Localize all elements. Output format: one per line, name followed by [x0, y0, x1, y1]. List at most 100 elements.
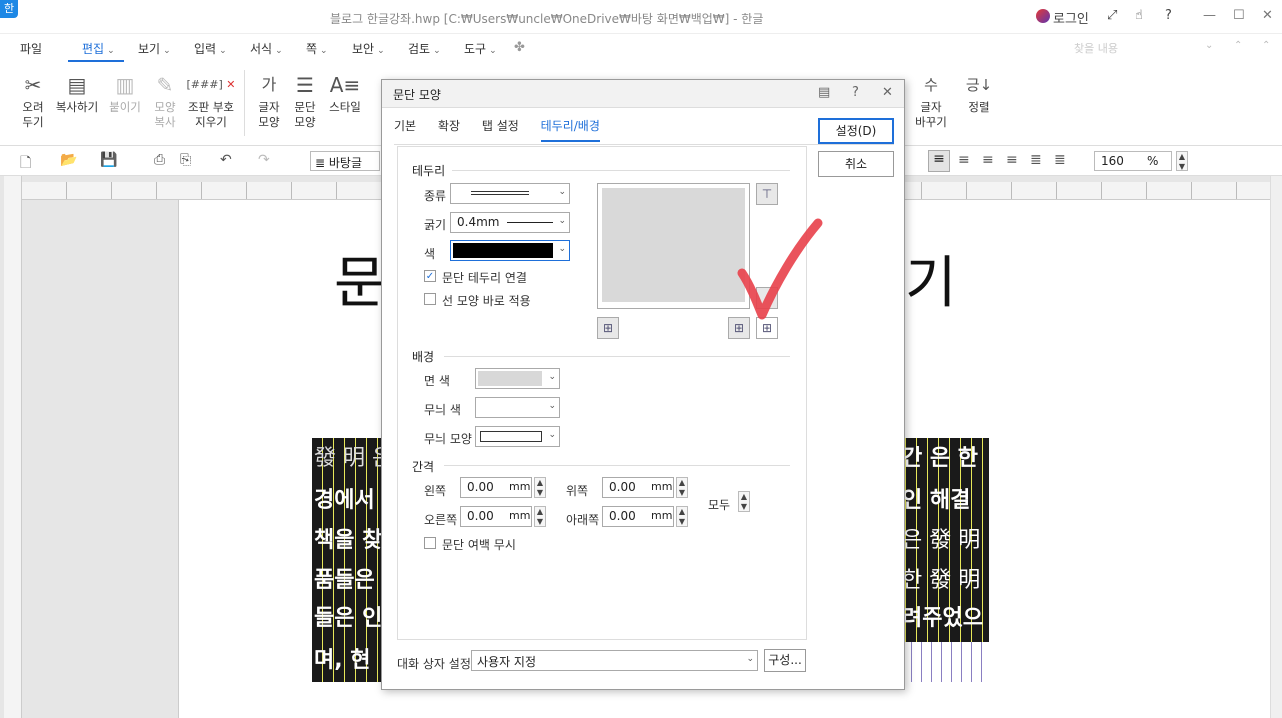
format-copy-button[interactable]: ✎ 모양 복사 [148, 70, 182, 130]
left-spacing-spinner[interactable]: ▲ ▼ [534, 477, 546, 498]
print-icon[interactable]: ⎙ [154, 152, 165, 168]
pattern-color-label: 무늬 색 [424, 403, 461, 417]
account-icon[interactable] [1036, 9, 1050, 23]
top-border-icon[interactable]: ⊤ [756, 183, 778, 205]
document-title-left: 문 [334, 251, 386, 316]
paste-icon: ▥ [115, 73, 135, 97]
login-button[interactable]: 로그인 [1053, 8, 1089, 27]
style-label: 스타일 [329, 100, 361, 114]
pattern-color-select[interactable]: ⌄ [475, 397, 560, 418]
ok-button[interactable]: 설정(D) [818, 118, 894, 144]
zoom-input[interactable]: 160% [1094, 151, 1172, 171]
cut-button[interactable]: ✂ 오려 두기 [16, 70, 50, 130]
print-preview-icon[interactable]: ⎘ [180, 152, 191, 168]
bottom-spacing-input[interactable]: 0.00 mm [602, 506, 674, 527]
align-divide-icon[interactable]: ≣ [1054, 152, 1066, 168]
left-border-icon[interactable]: ⊞ [597, 317, 619, 339]
top-spacing-value: 0.00 [609, 480, 636, 494]
top-spacing-input[interactable]: 0.00 mm [602, 477, 674, 498]
connect-border-checkbox[interactable]: ✓ [424, 270, 436, 282]
sort-button[interactable]: 긍↓ 정렬 [962, 70, 996, 115]
text-line-right: 인 해결 [902, 488, 971, 513]
menu-format[interactable]: 서식 ⌄ [250, 40, 283, 57]
save-icon[interactable]: 💾 [100, 152, 117, 168]
chevron-down-icon: ⌄ [320, 46, 328, 56]
align-center-icon[interactable]: ≡ [982, 152, 994, 168]
search-input[interactable]: 찾을 내용 [1068, 38, 1220, 58]
chevron-up-icon[interactable]: ⌃ [1262, 40, 1270, 51]
addon-icon[interactable]: ✤ [514, 40, 525, 55]
align-justify-icon[interactable]: ≡ [928, 150, 950, 172]
pattern-shape-select[interactable]: ⌄ [475, 426, 560, 447]
menu-insert-label: 입력 [194, 42, 217, 56]
style-select[interactable]: ≣ 바탕글 [310, 151, 380, 171]
right-spacing-spinner[interactable]: ▲ ▼ [534, 506, 546, 527]
ignore-margin-checkbox[interactable] [424, 537, 436, 549]
sort-label: 정렬 [968, 100, 990, 114]
dialog-help-button[interactable]: ? [852, 85, 859, 100]
chevron-up-icon[interactable]: ⌃ [1234, 40, 1242, 51]
bottom-spacing-spinner[interactable]: ▲ ▼ [676, 506, 688, 527]
right-spacing-input[interactable]: 0.00 mm [460, 506, 532, 527]
close-button[interactable]: ✕ [1262, 8, 1273, 23]
dialog-setting-select[interactable]: 사용자 지정 ⌄ [471, 650, 758, 671]
para-shape-button[interactable]: ☰ 문단 모양 [290, 70, 320, 130]
compose-button[interactable]: 구성... [764, 649, 806, 672]
open-folder-icon[interactable]: 📂 [60, 152, 77, 168]
cut-label: 오려 두기 [22, 100, 44, 129]
undo-icon[interactable]: ↶ [220, 152, 232, 168]
ribbon-divider [244, 70, 245, 136]
menu-file[interactable]: 파일 [20, 40, 42, 57]
dialog-close-button[interactable]: ✕ [882, 85, 893, 100]
top-spacing-spinner[interactable]: ▲ ▼ [676, 477, 688, 498]
touch-mode-icon[interactable]: ☝ [1135, 8, 1143, 23]
menu-tools[interactable]: 도구 ⌄ [464, 40, 497, 57]
align-left-icon[interactable]: ≡ [958, 152, 970, 168]
format-copy-label: 모양 복사 [154, 100, 176, 129]
vertical-scrollbar[interactable] [1270, 176, 1282, 718]
paste-button[interactable]: ▥ 붙이기 [106, 70, 144, 115]
copy-button[interactable]: ▤ 복사하기 [54, 70, 100, 115]
tab-tab-settings[interactable]: 탭 설정 [482, 117, 519, 140]
tab-border-background[interactable]: 테두리/배경 [540, 117, 600, 142]
menu-edit[interactable]: 편집 ⌄ [82, 40, 115, 57]
zoom-spinner[interactable]: ▲ ▼ [1176, 151, 1188, 171]
apply-line-checkbox[interactable] [424, 293, 436, 305]
connect-border-label: 문단 테두리 연결 [442, 271, 527, 285]
style-button[interactable]: A≡ 스타일 [326, 70, 364, 115]
chevron-down-icon[interactable]: ⌄ [1205, 40, 1213, 51]
menu-security[interactable]: 보안 ⌄ [352, 40, 385, 57]
border-type-select[interactable]: ⌄ [450, 183, 570, 204]
face-color-select[interactable]: ⌄ [475, 368, 560, 389]
chevron-down-icon: ⌄ [548, 401, 556, 411]
help-button[interactable]: ? [1165, 8, 1172, 23]
fullscreen-icon[interactable]: ⤢ [1107, 8, 1117, 23]
new-document-icon[interactable]: 🗋 [20, 152, 31, 176]
code-icon: [###] ✕ [186, 78, 236, 91]
maximize-button[interactable]: ☐ [1233, 8, 1245, 23]
align-distribute-icon[interactable]: ≣ [1030, 152, 1042, 168]
paragraph-shape-dialog: 문단 모양 ▤ ? ✕ 기본 확장 탭 설정 테두리/배경 테두리 종류 ⌄ 굵… [381, 79, 905, 690]
tab-extended[interactable]: 확장 [438, 117, 460, 140]
char-change-button[interactable]: 수 글자 바꾸기 [912, 70, 950, 130]
ignore-margin-label: 문단 여백 무시 [442, 538, 516, 552]
menu-insert[interactable]: 입력 ⌄ [194, 40, 227, 57]
tab-basic[interactable]: 기본 [394, 117, 416, 140]
menu-view[interactable]: 보기 ⌄ [138, 40, 171, 57]
redo-icon[interactable]: ↷ [258, 152, 270, 168]
all-spacing-label: 모두 [708, 498, 731, 512]
char-shape-button[interactable]: 가 글자 모양 [254, 70, 284, 130]
dialog-menu-icon[interactable]: ▤ [818, 85, 830, 100]
thickness-select[interactable]: 0.4mm ⌄ [450, 212, 570, 233]
section-divider [444, 465, 790, 466]
color-select[interactable]: ⌄ [450, 240, 570, 261]
cancel-button[interactable]: 취소 [818, 151, 894, 177]
all-spacing-spinner[interactable]: ▲ ▼ [738, 491, 750, 512]
menu-review[interactable]: 검토 ⌄ [408, 40, 441, 57]
clear-code-button[interactable]: [###] ✕ 조판 부호 지우기 [186, 70, 236, 130]
align-right-icon[interactable]: ≡ [1006, 152, 1018, 168]
menu-page[interactable]: 쪽 ⌄ [306, 40, 328, 57]
left-spacing-input[interactable]: 0.00 mm [460, 477, 532, 498]
minimize-button[interactable]: — [1203, 8, 1216, 23]
pattern-shape-label: 무늬 모양 [424, 432, 472, 446]
